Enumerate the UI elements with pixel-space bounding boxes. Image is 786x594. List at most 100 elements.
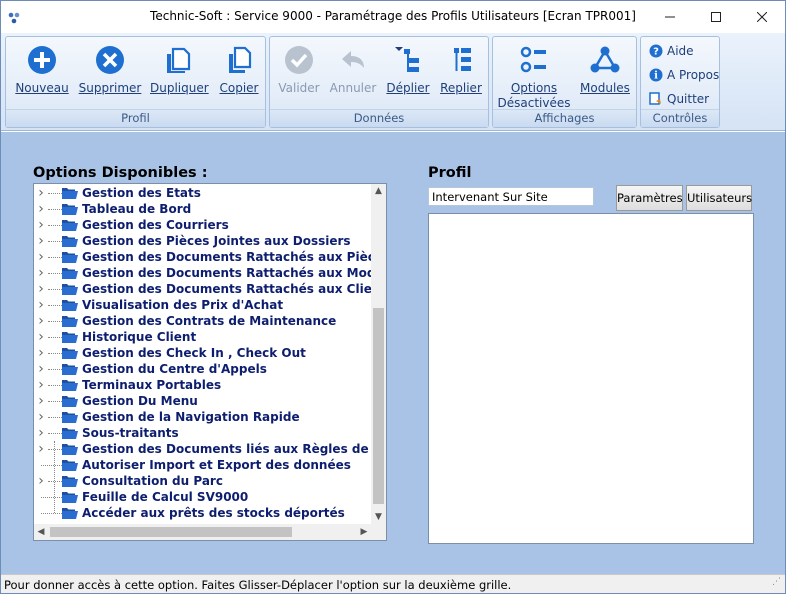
dupliquer-button[interactable]: Dupliquer — [150, 43, 209, 95]
scroll-left-arrow-icon[interactable]: ◀ — [34, 524, 48, 540]
expand-chevron-icon[interactable]: › — [34, 249, 48, 265]
tree-vertical-scrollbar[interactable]: ▲ ▼ — [371, 184, 386, 524]
scroll-down-arrow-icon[interactable]: ▼ — [371, 510, 386, 524]
tree-connector — [48, 240, 62, 242]
folder-open-icon — [62, 364, 78, 375]
tree-item[interactable]: › Gestion des Documents liés aux Règles d… — [34, 441, 386, 457]
tree-item[interactable]: › Gestion des Check In , Check Out — [34, 345, 306, 361]
tree-connector — [41, 512, 62, 514]
folder-open-icon — [62, 332, 78, 343]
tree-item[interactable]: › Sous-traitants — [34, 425, 179, 441]
tree-item[interactable]: › Gestion du Centre d'Appels — [34, 361, 267, 377]
resize-grip-icon[interactable]: ⋰ — [772, 572, 781, 592]
tree-connector — [48, 256, 62, 258]
expand-chevron-icon[interactable]: › — [34, 329, 48, 345]
profil-options-grid[interactable] — [428, 213, 754, 544]
maximize-button[interactable] — [693, 1, 739, 33]
tree-item[interactable]: › Consultation du Parc — [34, 473, 223, 489]
folder-open-icon — [62, 316, 78, 327]
valider-button[interactable]: Valider — [274, 43, 324, 95]
tree-connector — [48, 400, 62, 402]
replier-button[interactable]: Replier — [436, 43, 486, 95]
options-tree[interactable]: › Gestion des Etats › Tableau de Bord › Gesti… — [33, 183, 387, 541]
expand-chevron-icon[interactable]: › — [34, 281, 48, 297]
tree-item[interactable]: › Gestion des Documents Rattachés aux Mod… — [34, 265, 387, 281]
tree-item[interactable]: › Tableau de Bord — [34, 201, 191, 217]
scroll-up-arrow-icon[interactable]: ▲ — [371, 184, 386, 198]
expand-chevron-icon[interactable]: › — [34, 217, 48, 233]
tree-item[interactable]: › Gestion des Contrats de Maintenance — [34, 313, 336, 329]
aide-button[interactable]: ? Aide — [649, 41, 694, 61]
tree-item[interactable]: › Terminaux Portables — [34, 377, 221, 393]
expand-chevron-icon[interactable]: › — [34, 265, 48, 281]
expand-chevron-icon[interactable]: › — [34, 313, 48, 329]
expand-chevron-icon[interactable]: › — [34, 409, 48, 425]
ribbon-group-controles: ? Aide i A Propos Quitter Contrôles — [640, 36, 720, 128]
expand-chevron-icon[interactable]: › — [34, 201, 48, 217]
close-button[interactable] — [739, 1, 785, 33]
tree-connector — [48, 416, 62, 418]
copier-button[interactable]: Copier — [214, 43, 264, 95]
vertical-scroll-thumb[interactable] — [373, 308, 384, 504]
folder-open-icon — [62, 220, 78, 231]
folder-open-icon — [62, 188, 78, 199]
tree-item[interactable]: › Gestion des Courriers — [34, 217, 229, 233]
tree-connector — [41, 464, 62, 466]
options-desactivees-button[interactable]: Options Désactivées — [497, 43, 571, 111]
tree-item-label: Gestion de la Navigation Rapide — [82, 410, 300, 424]
tree-connector — [48, 208, 62, 210]
tree-item[interactable]: › Gestion des Documents Rattachés aux Cli… — [34, 281, 386, 297]
tree-item[interactable]: › Historique Client — [34, 329, 196, 345]
nouveau-label: Nouveau — [15, 81, 69, 95]
tree-item-label: Tableau de Bord — [82, 202, 192, 216]
tree-item[interactable]: › Gestion des Pièces Jointes aux Dossiers — [34, 233, 350, 249]
expand-chevron-icon[interactable]: › — [34, 297, 48, 313]
folder-open-icon — [62, 380, 78, 391]
profil-name-input[interactable] — [428, 187, 594, 206]
horizontal-scroll-thumb[interactable] — [50, 527, 292, 537]
modules-network-icon — [590, 46, 620, 73]
folder-open-icon — [62, 412, 78, 423]
tab-utilisateurs[interactable]: Utilisateurs — [686, 185, 752, 211]
minimize-button[interactable] — [647, 1, 693, 33]
expand-chevron-icon[interactable]: › — [34, 473, 48, 489]
expand-chevron-icon[interactable]: › — [34, 393, 48, 409]
tree-item[interactable]: › Gestion des Documents Rattachés aux Piè… — [34, 249, 386, 265]
minimize-icon — [665, 16, 675, 18]
deplier-button[interactable]: Déplier — [386, 43, 430, 95]
delete-circle-icon — [96, 46, 124, 74]
expand-chevron-icon[interactable]: › — [34, 425, 48, 441]
tree-item[interactable]: Accéder aux prêts des stocks déportés — [34, 505, 345, 521]
tree-item[interactable]: › Gestion des Etats — [34, 185, 201, 201]
supprimer-button[interactable]: Supprimer — [78, 43, 142, 95]
tree-item-label: Historique Client — [82, 330, 197, 344]
close-icon — [757, 12, 767, 22]
folder-open-icon — [62, 396, 78, 407]
copy-icon — [229, 46, 252, 73]
tree-item[interactable]: › Gestion de la Navigation Rapide — [34, 409, 300, 425]
modules-button[interactable]: Modules — [577, 43, 633, 95]
modules-label: Modules — [580, 81, 630, 95]
copier-label: Copier — [219, 81, 259, 95]
expand-chevron-icon[interactable]: › — [34, 345, 48, 361]
tree-item[interactable]: › Visualisation des Prix d'Achat — [34, 297, 283, 313]
expand-chevron-icon[interactable]: › — [34, 233, 48, 249]
scroll-right-arrow-icon[interactable]: ▶ — [357, 524, 371, 540]
expand-chevron-icon[interactable]: › — [34, 441, 48, 457]
annuler-button[interactable]: Annuler — [328, 43, 378, 95]
expand-chevron-icon[interactable]: › — [34, 377, 48, 393]
tree-item-label: Gestion des Documents Rattachés aux Modè… — [82, 266, 387, 280]
tree-item-label: Accéder aux prêts des stocks déportés — [82, 506, 345, 520]
nouveau-button[interactable]: Nouveau — [14, 43, 70, 95]
expand-chevron-icon[interactable]: › — [34, 185, 48, 201]
expand-chevron-icon[interactable]: › — [34, 361, 48, 377]
quitter-button[interactable]: Quitter — [649, 89, 709, 109]
tree-item[interactable]: Feuille de Calcul SV9000 — [34, 489, 248, 505]
tree-item[interactable]: › Gestion Du Menu — [34, 393, 198, 409]
apropos-button[interactable]: i A Propos — [649, 65, 719, 85]
group-label-donnees: Données — [270, 109, 488, 127]
tree-connector — [48, 384, 62, 386]
tab-parametres[interactable]: Paramètres — [616, 185, 683, 211]
tree-horizontal-scrollbar[interactable]: ◀ ▶ — [34, 524, 371, 540]
tree-item[interactable]: Autoriser Import et Export des données — [34, 457, 351, 473]
